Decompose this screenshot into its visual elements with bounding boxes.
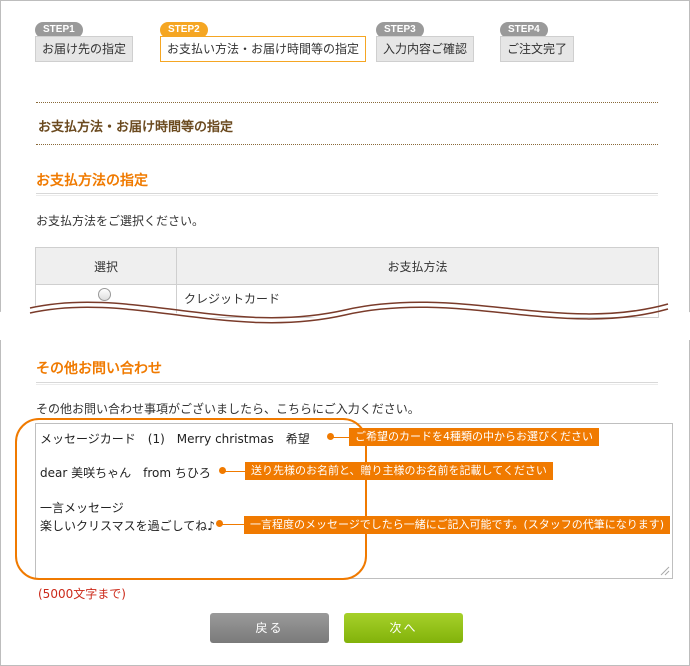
col-select-header: 選択 bbox=[35, 247, 177, 285]
page-break-wave bbox=[0, 301, 690, 340]
character-limit: (5000文字まで) bbox=[38, 587, 126, 601]
callout-card: ご希望のカードを4種類の中からお選びください bbox=[349, 428, 599, 446]
step-2-label: お支払い方法・お届け時間等の指定 bbox=[160, 36, 367, 62]
callout-connector bbox=[222, 524, 244, 525]
step-3-label: 入力内容ご確認 bbox=[376, 36, 475, 62]
callout-connector bbox=[333, 437, 349, 438]
resize-grip-icon[interactable] bbox=[660, 566, 670, 576]
inquiry-heading: その他お問い合わせ bbox=[36, 361, 162, 377]
step-4-label: ご注文完了 bbox=[500, 36, 575, 62]
step-1-label: お届け先の指定 bbox=[35, 36, 134, 62]
divider bbox=[36, 144, 658, 145]
payment-heading: お支払方法の指定 bbox=[36, 173, 148, 189]
col-method-header: お支払方法 bbox=[176, 247, 659, 285]
payment-instruction: お支払方法をご選択ください。 bbox=[36, 214, 205, 228]
divider bbox=[36, 102, 658, 103]
callout-connector bbox=[225, 471, 245, 472]
inquiry-instruction: その他お問い合わせ事項がございましたら、こちらにご入力ください。 bbox=[36, 402, 420, 416]
divider bbox=[36, 193, 658, 196]
callout-message: 一言程度のメッセージでしたら一緒にご記入可能です。(スタッフの代筆になります) bbox=[244, 516, 671, 534]
callout-names: 送り先様のお名前と、贈り主様のお名前を記載してください bbox=[245, 462, 553, 480]
next-button[interactable]: 次へ bbox=[344, 613, 463, 643]
divider bbox=[36, 382, 658, 385]
page-title: お支払方法・お届け時間等の指定 bbox=[38, 120, 234, 135]
highlight-oval bbox=[15, 418, 367, 580]
back-button[interactable]: 戻る bbox=[210, 613, 329, 643]
